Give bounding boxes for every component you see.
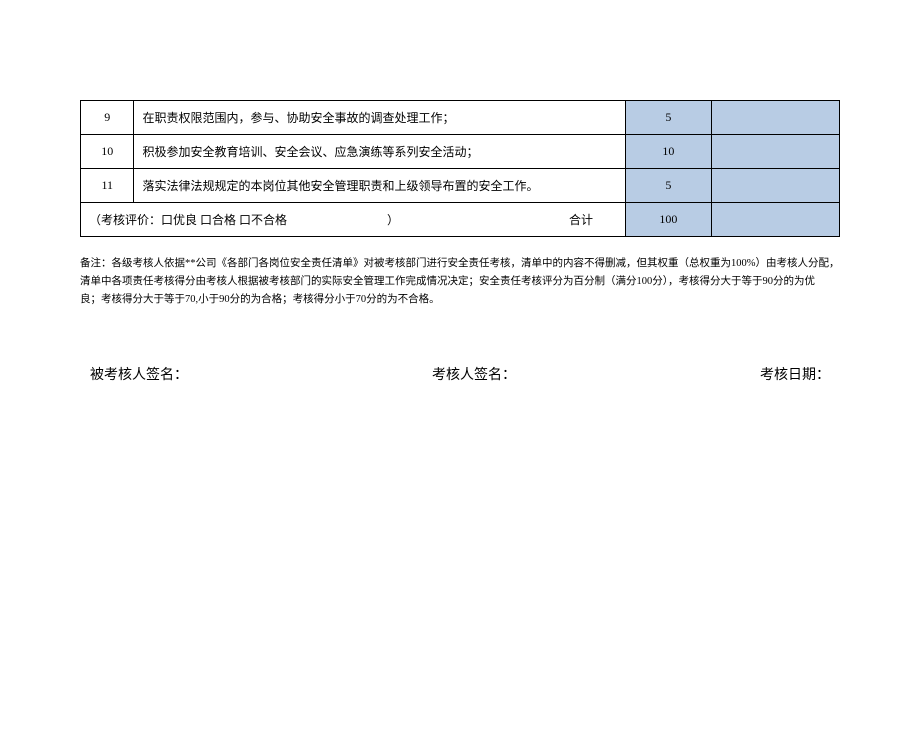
table-row: 10 积极参加安全教育培训、安全会议、应急演练等系列安全活动； 10 xyxy=(81,135,840,169)
assessment-date-label: 考核日期： xyxy=(760,364,830,384)
summary-label: （考核评价：口优良 口合格 口不合格 ） 合计 xyxy=(81,203,626,237)
assessment-table-container: 9 在职责权限范围内，参与、协助安全事故的调查处理工作； 5 10 积极参加安全… xyxy=(80,100,840,237)
row-blank xyxy=(711,135,839,169)
row-description: 在职责权限范围内，参与、协助安全事故的调查处理工作； xyxy=(134,101,626,135)
summary-row: （考核评价：口优良 口合格 口不合格 ） 合计 100 xyxy=(81,203,840,237)
assessment-table: 9 在职责权限范围内，参与、协助安全事故的调查处理工作； 5 10 积极参加安全… xyxy=(80,100,840,237)
total-label: 合计 xyxy=(569,213,593,227)
row-blank xyxy=(711,101,839,135)
row-blank xyxy=(711,169,839,203)
row-score: 5 xyxy=(626,101,712,135)
total-blank xyxy=(711,203,839,237)
row-description: 落实法律法规规定的本岗位其他安全管理职责和上级领导布置的安全工作。 xyxy=(134,169,626,203)
examinee-signature-label: 被考核人签名： xyxy=(90,364,188,384)
row-number: 11 xyxy=(81,169,134,203)
evaluation-paren: ） xyxy=(387,213,399,227)
table-row: 9 在职责权限范围内，参与、协助安全事故的调查处理工作； 5 xyxy=(81,101,840,135)
row-description: 积极参加安全教育培训、安全会议、应急演练等系列安全活动； xyxy=(134,135,626,169)
total-score: 100 xyxy=(626,203,712,237)
table-row: 11 落实法律法规规定的本岗位其他安全管理职责和上级领导布置的安全工作。 5 xyxy=(81,169,840,203)
examiner-signature-label: 考核人签名： xyxy=(432,364,516,384)
row-score: 10 xyxy=(626,135,712,169)
row-number: 9 xyxy=(81,101,134,135)
notes-line: 良；考核得分大于等于70,小于90分的为合格；考核得分小于70分的为不合格。 xyxy=(80,291,840,309)
signatures-section: 被考核人签名： 考核人签名： 考核日期： xyxy=(80,364,840,384)
row-score: 5 xyxy=(626,169,712,203)
evaluation-label: （考核评价：口优良 口合格 口不合格 xyxy=(89,213,287,227)
notes-line: 备注：各级考核人依据**公司《各部门各岗位安全责任清单》对被考核部门进行安全责任… xyxy=(80,255,840,273)
row-number: 10 xyxy=(81,135,134,169)
notes-line: 清单中各项责任考核得分由考核人根据被考核部门的实际安全管理工作完成情况决定；安全… xyxy=(80,273,840,291)
notes-section: 备注：各级考核人依据**公司《各部门各岗位安全责任清单》对被考核部门进行安全责任… xyxy=(80,255,840,309)
